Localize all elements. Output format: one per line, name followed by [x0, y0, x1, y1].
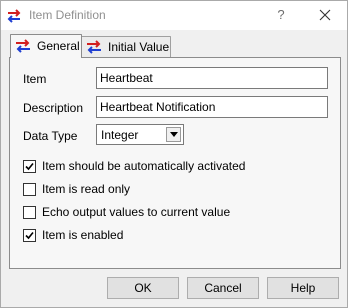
checkbox-label: Echo output values to current value — [42, 205, 231, 219]
item-definition-dialog: Item Definition ? General Initial Value … — [0, 0, 348, 308]
ok-button[interactable]: OK — [107, 277, 179, 299]
tab-initial-value[interactable]: Initial Value — [81, 36, 171, 57]
data-type-label: Data Type — [23, 129, 78, 143]
tab-label: Initial Value — [108, 40, 170, 54]
help-title-button[interactable]: ? — [267, 3, 295, 27]
chevron-down-icon — [170, 132, 178, 137]
checkmark-icon — [25, 231, 34, 240]
arrows-icon — [6, 8, 22, 24]
checkbox-label: Item should be automatically activated — [42, 159, 246, 173]
arrows-icon — [15, 39, 31, 53]
enabled-checkbox[interactable] — [23, 229, 36, 242]
window-title: Item Definition — [29, 8, 106, 22]
checkmark-icon — [25, 162, 34, 171]
help-button[interactable]: Help — [267, 277, 339, 299]
item-name-input[interactable] — [96, 67, 328, 89]
checkbox-label: Item is enabled — [42, 228, 124, 242]
echo-output-checkbox[interactable] — [23, 206, 36, 219]
checkbox-label: Item is read only — [42, 182, 131, 196]
item-label: Item — [23, 72, 47, 86]
title-bar: Item Definition ? — [1, 1, 347, 30]
data-type-select[interactable]: Integer — [96, 124, 184, 145]
dropdown-button[interactable] — [166, 127, 181, 142]
cancel-button[interactable]: Cancel — [187, 277, 259, 299]
description-label: Description — [23, 101, 84, 115]
description-input[interactable] — [96, 96, 328, 118]
arrows-icon — [86, 40, 102, 54]
data-type-value: Integer — [101, 128, 139, 142]
close-icon — [319, 9, 331, 21]
auto-activate-checkbox[interactable] — [23, 160, 36, 173]
tab-label: General — [37, 39, 80, 53]
general-tab-panel: Item Description Data Type Integer Item … — [9, 57, 341, 269]
tab-general[interactable]: General — [10, 34, 82, 58]
close-button[interactable] — [311, 3, 339, 27]
read-only-checkbox[interactable] — [23, 183, 36, 196]
